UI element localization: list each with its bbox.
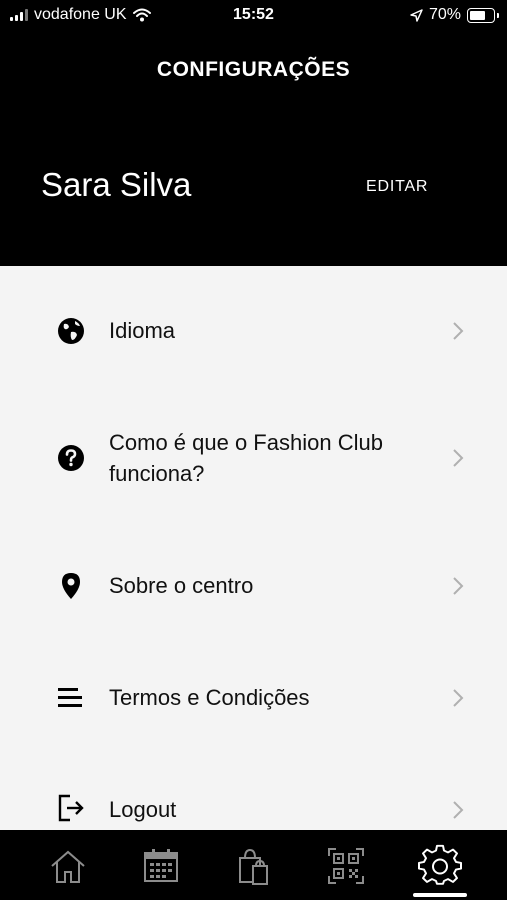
gear-icon[interactable]	[418, 844, 462, 888]
chevron-right-icon	[453, 449, 464, 467]
calendar-icon[interactable]	[139, 844, 183, 888]
menu-item-label: Logout	[109, 797, 177, 822]
battery-icon	[467, 7, 499, 23]
battery-percent: 70%	[428, 6, 461, 23]
menu-item-terms[interactable]: Termos e Condições	[0, 663, 507, 733]
globe-icon	[58, 318, 84, 344]
chevron-right-icon	[453, 577, 464, 595]
menu-item-about-centre[interactable]: Sobre o centro	[0, 551, 507, 621]
menu-item-label: Idioma	[109, 318, 176, 343]
home-indicator	[413, 893, 467, 897]
shopping-bag-icon[interactable]	[231, 844, 275, 888]
list-icon	[58, 688, 82, 707]
menu-item-label-continued: funciona?	[109, 461, 205, 486]
menu-item-label: Termos e Condições	[109, 685, 310, 710]
status-right: 70%	[410, 6, 499, 24]
header: vodafone UK 15:52 70% CONFIGURAÇÕES Sara…	[0, 0, 507, 266]
qr-code-icon[interactable]	[324, 844, 368, 888]
menu-item-label: Sobre o centro	[109, 573, 254, 598]
menu-item-logout[interactable]: Logout	[0, 775, 507, 835]
user-name: Sara Silva	[41, 166, 192, 203]
chevron-right-icon	[453, 322, 464, 340]
menu-item-label: Como é que o Fashion Club	[109, 430, 383, 455]
page-title: CONFIGURAÇÕES	[156, 58, 351, 81]
home-icon[interactable]	[46, 844, 90, 888]
edit-button[interactable]: EDITAR	[366, 178, 428, 196]
tab-bar	[0, 830, 507, 900]
menu-item-how-it-works[interactable]: Como é que o Fashion Club funciona?	[0, 416, 507, 506]
map-pin-icon	[62, 573, 80, 599]
chevron-right-icon	[453, 689, 464, 707]
help-circle-icon	[58, 445, 84, 471]
status-bar: vodafone UK 15:52 70%	[0, 0, 507, 32]
location-arrow-icon	[410, 8, 423, 22]
menu-item-language[interactable]: Idioma	[0, 296, 507, 366]
logout-icon	[58, 794, 84, 822]
chevron-right-icon	[453, 801, 464, 819]
